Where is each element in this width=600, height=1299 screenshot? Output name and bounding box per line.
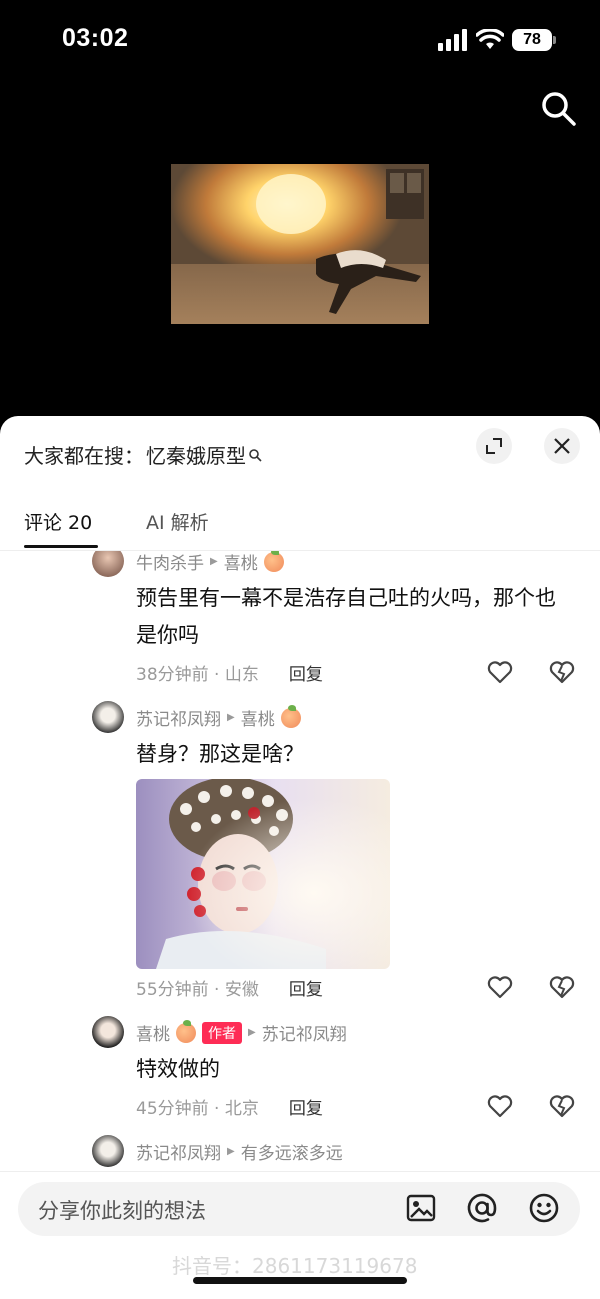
home-indicator bbox=[193, 1277, 407, 1284]
comment-input-placeholder[interactable]: 分享你此刻的想法 bbox=[38, 1195, 206, 1225]
comment-username[interactable]: 喜桃 bbox=[136, 1020, 170, 1045]
comment-text: 替身？那这是啥？ bbox=[136, 742, 304, 766]
comment-text: 预告里有一幕不是浩存自己吐的火吗，那个也是你吗 bbox=[136, 586, 556, 647]
comment-meta: 牛肉杀手 ▶ 喜桃 bbox=[136, 551, 284, 574]
status-bar: 03:02 78 bbox=[0, 0, 600, 80]
comment-tabs: 评论 20 AI 解析 bbox=[0, 500, 600, 551]
reply-arrow-icon: ▶ bbox=[227, 712, 235, 723]
reply-to-username[interactable]: 喜桃 bbox=[224, 551, 258, 574]
at-icon[interactable] bbox=[466, 1192, 498, 1224]
comment-username[interactable]: 牛肉杀手 bbox=[136, 551, 204, 574]
video-frame-image bbox=[171, 164, 429, 324]
close-icon bbox=[554, 438, 570, 454]
comment-text: 特效做的 bbox=[136, 1057, 220, 1081]
reply-button[interactable]: 回复 bbox=[289, 975, 323, 1000]
reply-arrow-icon: ▶ bbox=[248, 1027, 256, 1038]
peach-emoji-icon bbox=[263, 551, 284, 572]
video-thumbnail[interactable] bbox=[171, 164, 429, 324]
watermark: 抖音号：2861173119678 bbox=[172, 1254, 418, 1278]
reply-arrow-icon: ▶ bbox=[210, 556, 218, 567]
broken-heart-icon[interactable] bbox=[548, 658, 576, 686]
expand-icon bbox=[486, 438, 502, 454]
comment-time-location: 55分钟前 · 安徽 bbox=[136, 980, 259, 1000]
comment-footer: 55分钟前 · 安徽 回复 bbox=[136, 975, 323, 1000]
heart-icon[interactable] bbox=[486, 658, 514, 686]
status-time: 03:02 bbox=[62, 24, 129, 52]
search-small-icon bbox=[249, 448, 262, 462]
battery-indicator: 78 bbox=[512, 29, 556, 51]
reply-button[interactable]: 回复 bbox=[289, 1094, 323, 1119]
close-button[interactable] bbox=[544, 428, 580, 464]
search-suggestion[interactable]: 大家都在搜： 忆秦娥原型 bbox=[24, 440, 262, 469]
wifi-icon bbox=[476, 29, 504, 49]
opera-performer-image bbox=[136, 779, 390, 969]
comment-meta: 喜桃 作者 ▶ 苏记祁凤翔 bbox=[136, 1019, 347, 1045]
peach-emoji-icon bbox=[280, 704, 301, 728]
reply-arrow-icon: ▶ bbox=[227, 1146, 235, 1157]
comment-meta: 苏记祁凤翔 ▶ 喜桃 bbox=[136, 704, 301, 730]
avatar[interactable] bbox=[92, 551, 124, 577]
tab-ai-analysis[interactable]: AI 解析 bbox=[146, 508, 209, 535]
suggestion-prefix: 大家都在搜： bbox=[24, 444, 144, 468]
reply-button[interactable]: 回复 bbox=[289, 660, 323, 685]
comment-meta: 苏记祁凤翔 ▶ 有多远滚多远 bbox=[136, 1139, 343, 1164]
tab-comments[interactable]: 评论 20 bbox=[24, 508, 92, 535]
author-badge: 作者 bbox=[202, 1021, 242, 1044]
comment-footer: 45分钟前 · 北京 回复 bbox=[136, 1094, 323, 1119]
heart-icon[interactable] bbox=[486, 1092, 514, 1120]
avatar[interactable] bbox=[92, 1135, 124, 1167]
image-icon[interactable] bbox=[406, 1193, 436, 1223]
comment-time-location: 38分钟前 · 山东 bbox=[136, 665, 259, 685]
comment-list: 牛肉杀手 ▶ 喜桃 预告里有一幕不是浩存自己吐的火吗，那个也是你吗 38分钟前 … bbox=[0, 551, 600, 1171]
avatar[interactable] bbox=[92, 701, 124, 733]
broken-heart-icon[interactable] bbox=[548, 1092, 576, 1120]
active-tab-indicator bbox=[24, 545, 98, 548]
search-icon[interactable] bbox=[538, 88, 578, 128]
status-icons: 78 bbox=[438, 27, 556, 53]
comment-time-location: 45分钟前 · 北京 bbox=[136, 1099, 259, 1119]
reply-to-username[interactable]: 有多远滚多远 bbox=[241, 1139, 343, 1164]
suggestion-query[interactable]: 忆秦娥原型 bbox=[146, 440, 246, 469]
battery-level: 78 bbox=[523, 31, 541, 48]
reply-to-username[interactable]: 喜桃 bbox=[241, 705, 275, 730]
avatar[interactable] bbox=[92, 1016, 124, 1048]
emoji-icon[interactable] bbox=[528, 1192, 560, 1224]
signal-icon bbox=[438, 29, 467, 51]
heart-icon[interactable] bbox=[486, 973, 514, 1001]
peach-emoji-icon bbox=[176, 1019, 196, 1043]
comment-footer: 38分钟前 · 山东 回复 bbox=[136, 660, 323, 685]
expand-button[interactable] bbox=[476, 428, 512, 464]
broken-heart-icon[interactable] bbox=[548, 973, 576, 1001]
comment-username[interactable]: 苏记祁凤翔 bbox=[136, 1139, 221, 1164]
comment-username[interactable]: 苏记祁凤翔 bbox=[136, 705, 221, 730]
comment-image[interactable] bbox=[136, 779, 390, 969]
reply-to-username[interactable]: 苏记祁凤翔 bbox=[262, 1020, 347, 1045]
